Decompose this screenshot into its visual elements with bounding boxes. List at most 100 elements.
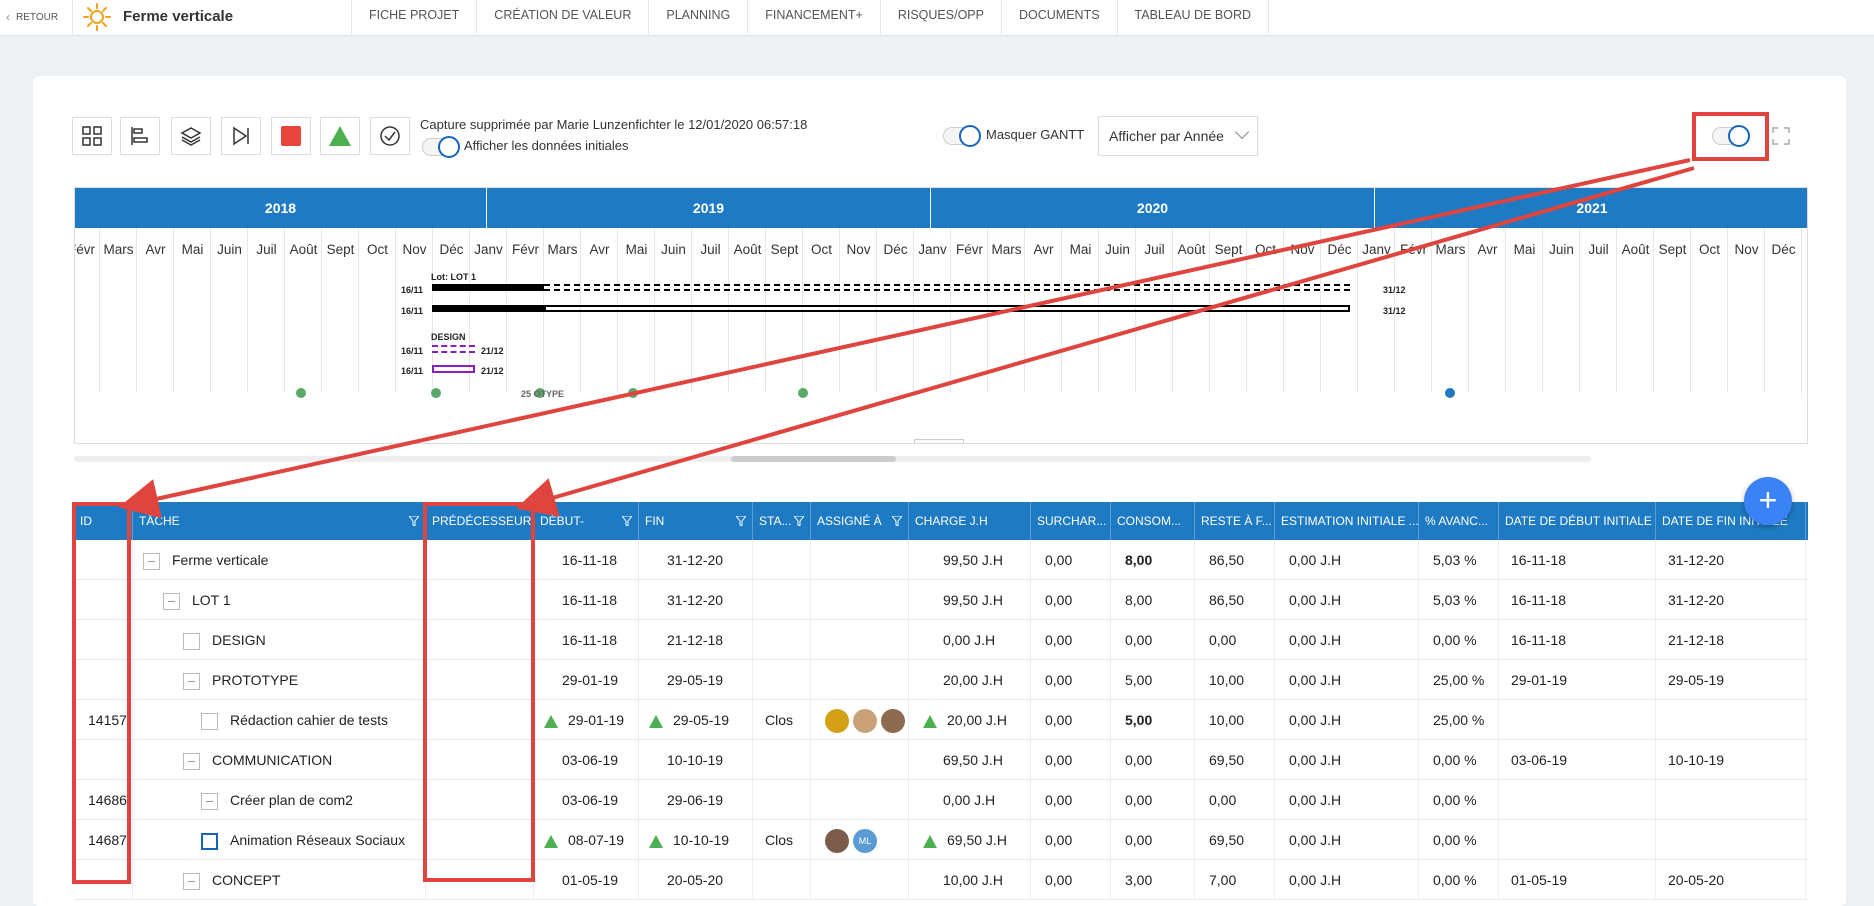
- cell-end: 20-05-20: [639, 860, 753, 900]
- column-header[interactable]: ESTIMATION INITIALE ...: [1275, 502, 1419, 540]
- milestone-dot[interactable]: [296, 388, 306, 398]
- column-header-label: FIN: [645, 514, 665, 528]
- cell-text: DESIGN: [212, 632, 266, 648]
- table-row[interactable]: Ferme verticale 16-11-18 31-12-20 99,50 J.H…: [74, 540, 1808, 580]
- scrollbar-thumb[interactable]: [731, 456, 896, 462]
- cell-text: 10-10-19: [1668, 752, 1725, 768]
- mask-gantt-toggle[interactable]: [943, 125, 981, 147]
- gantt-view-button[interactable]: [120, 117, 160, 155]
- cell-task: Ferme verticale: [133, 540, 426, 580]
- table-row[interactable]: COMMUNICATION 03-06-19 10-10-19 69,50 J.H 0,…: [74, 740, 1808, 780]
- cell-text: 16-11-18: [562, 632, 618, 648]
- avatar-initials[interactable]: ML: [853, 829, 877, 854]
- column-header[interactable]: DATE DE DÉBUT INITIALE: [1499, 502, 1656, 540]
- collapse-toggle-icon[interactable]: [183, 672, 200, 690]
- avatar[interactable]: [825, 829, 849, 854]
- cell-consom: 5,00: [1111, 660, 1195, 700]
- collapse-toggle-icon[interactable]: [183, 872, 200, 890]
- milestone-dot[interactable]: [431, 388, 441, 398]
- add-task-button[interactable]: +: [1744, 477, 1792, 525]
- cell-assignee: [811, 540, 909, 580]
- tab-fiche-projet[interactable]: FICHE PROJET: [351, 0, 476, 36]
- column-header[interactable]: CHARGE J.H: [909, 502, 1031, 540]
- tab-planning[interactable]: PLANNING: [648, 0, 747, 36]
- filter-icon[interactable]: [794, 516, 804, 526]
- cell-text: 25,00 %: [1433, 672, 1485, 688]
- table-row[interactable]: CONCEPT 01-05-19 20-05-20 10,00 J.H 0,00 3,00…: [74, 860, 1808, 900]
- checkbox[interactable]: [201, 832, 218, 850]
- layers-button[interactable]: [171, 117, 211, 155]
- collapse-toggle-icon[interactable]: [183, 752, 200, 770]
- milestone-triangle-icon: [923, 714, 937, 728]
- avatar[interactable]: [853, 709, 877, 734]
- table-row[interactable]: 14686 Créer plan de com2 03-06-19 29-06-19 0…: [74, 780, 1808, 820]
- milestone-dot[interactable]: [798, 388, 808, 398]
- filter-icon[interactable]: [736, 516, 746, 526]
- collapse-toggle-icon[interactable]: [163, 592, 180, 610]
- cell-end: 29-05-19: [639, 700, 753, 740]
- lot-actual-bar-remaining: [544, 305, 1350, 312]
- tab-documents[interactable]: DOCUMENTS: [1000, 0, 1117, 36]
- gantt-month-label: Oct: [810, 242, 832, 257]
- column-header[interactable]: STA...: [753, 502, 811, 540]
- column-header[interactable]: CONSOM...: [1111, 502, 1195, 540]
- stop-button[interactable]: [271, 117, 311, 155]
- filter-icon[interactable]: [409, 516, 419, 526]
- cell-reste: 86,50: [1195, 540, 1275, 580]
- table-row[interactable]: DESIGN 16-11-18 21-12-18 0,00 J.H 0,00 0,00 0,…: [74, 620, 1808, 660]
- tab-tableau-de-bord[interactable]: TABLEAU DE BORD: [1116, 0, 1270, 36]
- cell-text: 29-05-19: [673, 712, 730, 728]
- back-button[interactable]: ‹ RETOUR: [6, 10, 58, 24]
- collapse-toggle-icon[interactable]: [201, 792, 218, 810]
- table-row[interactable]: PROTOTYPE 29-01-19 29-05-19 20,00 J.H 0,00 5,…: [74, 660, 1808, 700]
- gantt-month-label: Déc: [883, 242, 908, 257]
- checkbox[interactable]: [201, 712, 218, 730]
- cell-reste: 86,50: [1195, 580, 1275, 620]
- table-row[interactable]: 14157 Rédaction cahier de tests 29-01-19 29…: [74, 700, 1808, 740]
- skip-next-button[interactable]: [221, 117, 261, 155]
- cell-charge: 0,00 J.H: [909, 780, 1031, 820]
- milestone-dot[interactable]: [628, 388, 638, 398]
- tab-risques[interactable]: RISQUES/OPP: [879, 0, 1001, 36]
- avatar-icon[interactable]: [825, 709, 849, 734]
- tab-financement[interactable]: FINANCEMENT+: [747, 0, 880, 36]
- checkbox[interactable]: [183, 632, 200, 650]
- column-header[interactable]: TÂCHE: [133, 502, 426, 540]
- cell-text: 10-10-19: [667, 752, 724, 768]
- cell-consom: 0,00: [1111, 780, 1195, 820]
- cell-avanc: 25,00 %: [1419, 700, 1499, 740]
- gantt-splitter[interactable]: [914, 439, 964, 443]
- cell-text: 29-01-19: [568, 712, 625, 728]
- cell-text: Rédaction cahier de tests: [230, 712, 388, 728]
- grid-view-button[interactable]: [72, 117, 112, 155]
- gantt-scrollbar[interactable]: [74, 456, 1591, 462]
- column-header[interactable]: ASSIGNÉ À: [811, 502, 909, 540]
- milestone-button[interactable]: [320, 117, 360, 155]
- cell-avanc: 5,03 %: [1419, 540, 1499, 580]
- cell-consom: 3,00: [1111, 860, 1195, 900]
- validate-button[interactable]: [370, 117, 410, 155]
- cell-estim: 0,00 J.H: [1275, 740, 1419, 780]
- column-header[interactable]: DÉBUT-: [534, 502, 639, 540]
- collapse-toggle-icon[interactable]: [143, 552, 160, 570]
- filter-icon[interactable]: [622, 516, 632, 526]
- column-header[interactable]: SURCHAR...: [1031, 502, 1111, 540]
- initial-data-toggle[interactable]: [422, 136, 460, 158]
- tab-creation-valeur[interactable]: CRÉATION DE VALEUR: [476, 0, 648, 36]
- view-mode-select[interactable]: Afficher par Année: [1098, 116, 1258, 156]
- table-row[interactable]: 14687 Animation Réseaux Sociaux 08-07-19 10…: [74, 820, 1808, 860]
- avatar[interactable]: [881, 709, 905, 734]
- filter-icon[interactable]: [892, 516, 902, 526]
- milestone-triangle-icon: [544, 714, 558, 728]
- cell-start: 16-11-18: [534, 540, 639, 580]
- column-header[interactable]: % AVANC...: [1419, 502, 1499, 540]
- chevron-down-icon: [1234, 124, 1250, 140]
- table-row[interactable]: LOT 1 16-11-18 31-12-20 99,50 J.H 0,00 8,00 86…: [74, 580, 1808, 620]
- cell-text: 01-05-19: [562, 872, 619, 888]
- column-header-label: CHARGE J.H: [915, 514, 988, 528]
- cell-text: 03-06-19: [562, 792, 619, 808]
- column-header[interactable]: RESTE À F...: [1195, 502, 1275, 540]
- column-header[interactable]: FIN: [639, 502, 753, 540]
- initial-data-label: Afficher les données initiales: [464, 138, 629, 153]
- cell-text: 0,00: [1209, 792, 1237, 808]
